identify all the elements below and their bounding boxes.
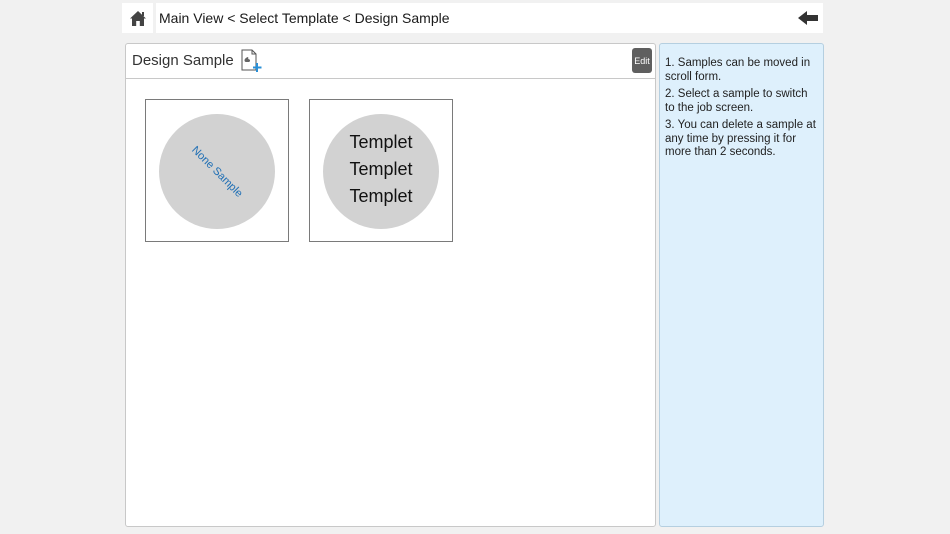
sample-preview: Templet Templet Templet xyxy=(323,114,439,229)
sample-card-none[interactable]: None Sample xyxy=(145,99,289,242)
sample-line: Templet xyxy=(349,159,413,179)
back-arrow-icon xyxy=(798,11,818,25)
panel-header: Design Sample Edit xyxy=(126,44,655,79)
help-item: 2. Select a sample to switch to the job … xyxy=(665,88,808,114)
top-bar: Main View < Select Template < Design Sam… xyxy=(156,3,823,33)
sample-line: Templet xyxy=(349,132,413,152)
panel-title: Design Sample xyxy=(132,52,234,69)
sample-line: Templet xyxy=(349,186,413,206)
sample-text: Templet Templet Templet xyxy=(323,129,439,210)
back-button[interactable] xyxy=(796,7,820,29)
sample-label: None Sample xyxy=(189,143,245,200)
help-panel: 1. Samples can be moved in scroll form. … xyxy=(659,43,824,527)
add-sample-button[interactable] xyxy=(239,49,263,73)
edit-button[interactable]: Edit xyxy=(632,48,652,73)
help-item: 3. You can delete a sample at any time b… xyxy=(665,119,816,158)
sample-card-templet[interactable]: Templet Templet Templet xyxy=(309,99,453,242)
sample-preview: None Sample xyxy=(159,114,275,229)
design-sample-panel: Design Sample Edit None Sample Templet T… xyxy=(125,43,656,527)
help-item: 1. Samples can be moved in scroll form. xyxy=(665,57,811,83)
add-document-icon xyxy=(241,49,262,72)
home-icon xyxy=(129,10,146,26)
home-button[interactable] xyxy=(122,3,153,33)
breadcrumb: Main View < Select Template < Design Sam… xyxy=(159,10,450,26)
